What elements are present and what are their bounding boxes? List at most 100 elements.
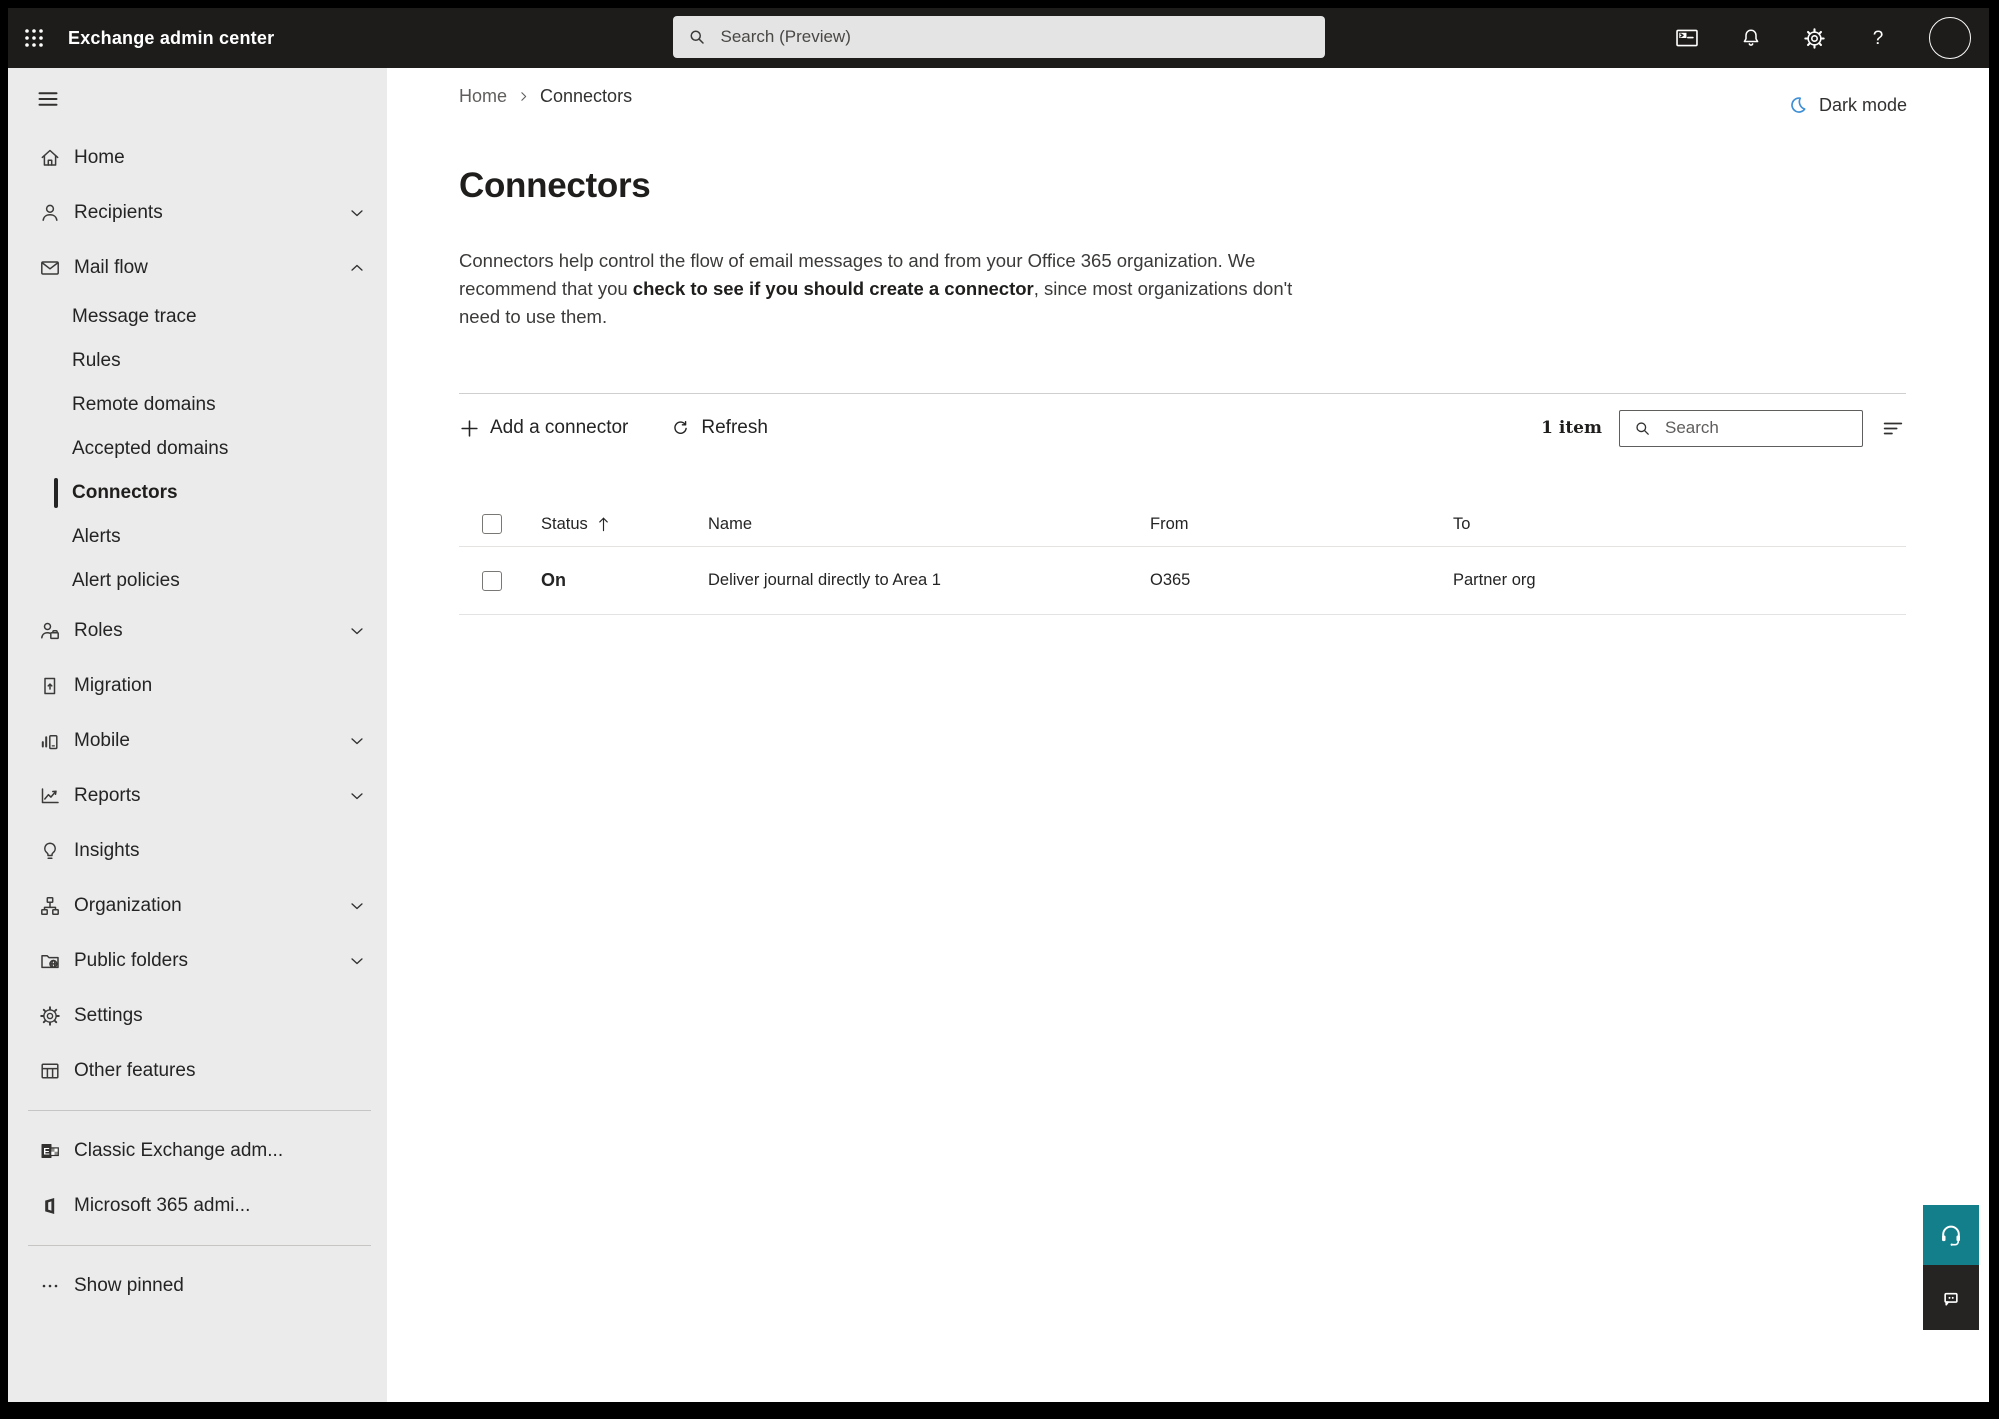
sidebar-item-public-folders[interactable]: Public folders xyxy=(8,933,387,988)
sidebar-item-label: Other features xyxy=(74,1059,196,1081)
sidebar-item-insights[interactable]: Insights xyxy=(8,823,387,878)
list-toolbar: Add a connector Refresh 1 item xyxy=(459,405,1906,451)
list-search-input[interactable] xyxy=(1663,417,1852,439)
main-content: Home Connectors Dark mode Connectors Con… xyxy=(387,68,1989,1402)
row-checkbox-cell xyxy=(459,570,541,591)
column-header-label: Status xyxy=(541,514,588,533)
sidebar-item-mobile[interactable]: Mobile xyxy=(8,713,387,768)
waffle-icon xyxy=(25,29,43,47)
sidebar-item-remote-domains[interactable]: Remote domains xyxy=(8,383,387,427)
sidebar-item-label: Alerts xyxy=(72,526,121,547)
hamburger-icon xyxy=(38,92,58,106)
sidebar-item-label: Organization xyxy=(74,894,182,916)
add-connector-button[interactable]: Add a connector xyxy=(459,417,628,439)
list-search-box[interactable] xyxy=(1619,409,1863,447)
sidebar-item-show-pinned[interactable]: Show pinned xyxy=(8,1258,387,1313)
sidebar-item-migration[interactable]: Migration xyxy=(8,658,387,713)
sidebar-item-alerts[interactable]: Alerts xyxy=(8,515,387,559)
topbar: Exchange admin center Search (Preview) ? xyxy=(8,8,1989,68)
sidebar-item-organization[interactable]: Organization xyxy=(8,878,387,933)
sidebar-item-label: Message trace xyxy=(72,306,197,327)
connectors-table: Status Name From To On Deliver journal d… xyxy=(459,502,1906,615)
global-search-box[interactable] xyxy=(672,16,1325,58)
sidebar-item-rules[interactable]: Rules xyxy=(8,339,387,383)
app-window: Exchange admin center Search (Preview) ?… xyxy=(8,8,1989,1402)
sidebar-item-mail-flow[interactable]: Mail flow xyxy=(8,240,387,295)
topbar-actions: ? xyxy=(1674,8,1971,68)
sidebar-item-label: Microsoft 365 admi... xyxy=(74,1194,251,1216)
sidebar-item-label: Mail flow xyxy=(74,256,148,278)
sidebar-item-label: Accepted domains xyxy=(72,438,229,459)
chevron-down-icon xyxy=(351,627,363,634)
filter-icon xyxy=(1883,422,1903,434)
account-avatar[interactable] xyxy=(1929,17,1971,59)
svg-text:E: E xyxy=(43,1146,49,1157)
breadcrumb: Home Connectors xyxy=(459,86,632,107)
sidebar-item-reports[interactable]: Reports xyxy=(8,768,387,823)
item-count: 1 item xyxy=(1541,418,1602,438)
sidebar-divider xyxy=(28,1245,371,1246)
roles-icon xyxy=(41,622,59,639)
filter-button[interactable] xyxy=(1881,416,1906,441)
cell-to: Partner org xyxy=(1453,571,1536,589)
sidebar-item-accepted-domains[interactable]: Accepted domains xyxy=(8,427,387,471)
migration-icon xyxy=(44,677,56,694)
lightbulb-icon xyxy=(44,841,56,859)
chevron-down-icon xyxy=(351,792,363,799)
sidebar-item-alert-policies[interactable]: Alert policies xyxy=(8,559,387,603)
add-connector-label: Add a connector xyxy=(490,417,629,438)
column-header-from[interactable]: From xyxy=(1150,515,1453,534)
cell-status: On xyxy=(541,570,708,591)
sidebar-item-label: Roles xyxy=(74,619,123,641)
sidebar-item-label: Reports xyxy=(74,784,141,806)
breadcrumb-home[interactable]: Home xyxy=(459,86,507,107)
cell-name[interactable]: Deliver journal directly to Area 1 xyxy=(708,571,1150,590)
search-icon xyxy=(689,30,704,44)
cell-from: O365 xyxy=(1150,571,1191,589)
column-header-status[interactable]: Status xyxy=(541,515,708,534)
header-checkbox-cell xyxy=(459,514,541,534)
settings-gear-icon[interactable] xyxy=(1802,26,1827,51)
page-description: Connectors help control the flow of emai… xyxy=(459,247,1301,331)
app-launcher-button[interactable] xyxy=(8,8,60,68)
row-checkbox[interactable] xyxy=(482,570,502,591)
global-search-input[interactable] xyxy=(718,26,1311,48)
help-support-button[interactable] xyxy=(1923,1205,1979,1265)
sidebar-item-roles[interactable]: Roles xyxy=(8,603,387,658)
table-header-row: Status Name From To xyxy=(459,502,1906,547)
sidebar-item-label: Mobile xyxy=(74,729,130,751)
breadcrumb-current: Connectors xyxy=(540,86,633,106)
chevron-down-icon xyxy=(351,902,363,909)
moon-icon xyxy=(1791,97,1806,113)
svg-text:?: ? xyxy=(1873,28,1884,49)
sidebar-item-other-features[interactable]: Other features xyxy=(8,1043,387,1098)
feedback-button[interactable] xyxy=(1923,1265,1979,1330)
dark-mode-toggle[interactable]: Dark mode xyxy=(1787,94,1907,116)
sidebar-item-message-trace[interactable]: Message trace xyxy=(8,295,387,339)
home-icon xyxy=(41,149,59,166)
sidebar-item-microsoft-365-admin[interactable]: Microsoft 365 admi... xyxy=(8,1178,387,1233)
help-icon[interactable]: ? xyxy=(1866,26,1890,50)
sidebar-item-connectors[interactable]: Connectors xyxy=(8,471,387,515)
sidebar-item-label: Migration xyxy=(74,674,153,696)
sidebar-item-recipients[interactable]: Recipients xyxy=(8,185,387,240)
sidebar-item-home[interactable]: Home xyxy=(8,130,387,185)
create-connector-link[interactable]: check to see if you should create a conn… xyxy=(633,278,1034,299)
nav-collapse-button[interactable] xyxy=(8,68,387,130)
chevron-up-icon xyxy=(351,264,363,271)
ellipsis-icon xyxy=(42,1284,58,1287)
sidebar-item-label: Classic Exchange adm... xyxy=(74,1139,284,1161)
column-header-name[interactable]: Name xyxy=(708,515,1150,534)
sidebar-item-settings[interactable]: Settings xyxy=(8,988,387,1043)
select-all-checkbox[interactable] xyxy=(482,514,502,534)
person-icon xyxy=(42,204,58,221)
sidebar-divider xyxy=(28,1110,371,1111)
column-header-to[interactable]: To xyxy=(1453,515,1906,534)
notifications-icon[interactable] xyxy=(1739,26,1763,50)
headset-icon xyxy=(1942,1225,1960,1246)
microsoft-365-logo-icon xyxy=(45,1197,55,1214)
refresh-button[interactable]: Refresh xyxy=(670,417,768,439)
sidebar-item-classic-exchange-admin[interactable]: E Classic Exchange adm... xyxy=(8,1123,387,1178)
table-row: On Deliver journal directly to Area 1 O3… xyxy=(459,547,1906,615)
powershell-icon[interactable] xyxy=(1674,25,1700,51)
